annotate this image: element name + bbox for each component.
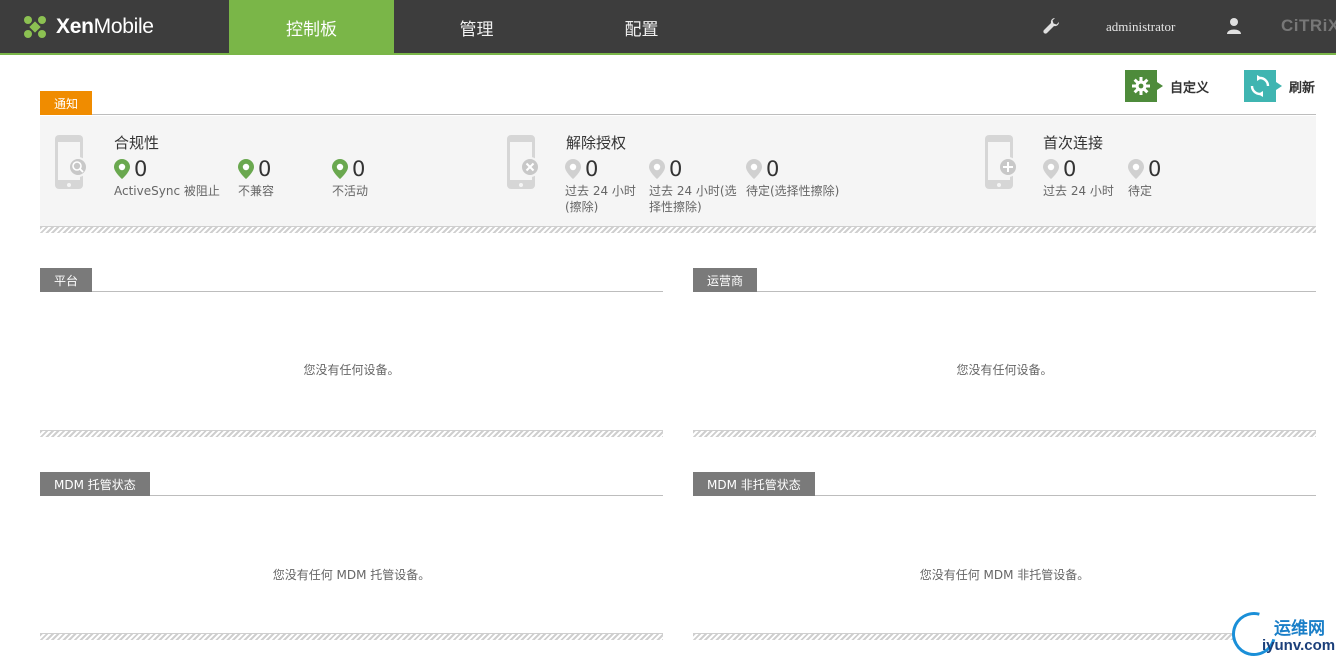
stat-first-connect-24h[interactable]: 0 过去 24 小时 xyxy=(1043,156,1123,199)
user-name[interactable]: administrator xyxy=(1106,19,1175,35)
citrix-logo: CiTRiX xyxy=(1281,16,1336,35)
stat-label: 待定(选择性擦除) xyxy=(746,184,840,198)
mdm-managed-header: MDM 托管状态 xyxy=(40,472,663,496)
stat-label: 不活动 xyxy=(332,184,369,198)
phone-add-icon xyxy=(985,135,1018,189)
stat-label: 过去 24 小时 (擦除) xyxy=(565,184,636,214)
compliance-title: 合规性 xyxy=(114,134,160,152)
gray-pin-icon xyxy=(746,159,762,179)
stat-label: 待定 xyxy=(1128,184,1153,198)
top-bar: XenMobile 控制板 管理 配置 administrator CiTRiX xyxy=(0,0,1336,54)
mdm-unmanaged-empty-message: 您没有任何 MDM 非托管设备。 xyxy=(919,568,1090,582)
stat-first-connect-pending[interactable]: 0 待定 xyxy=(1128,156,1188,199)
carrier-tab[interactable]: 运营商 xyxy=(693,268,758,292)
stat-inactive[interactable]: 0 不活动 xyxy=(332,156,412,199)
retire-group: 解除授权 0 过去 24 小时 (擦除) 0 过去 24 小时(选择性擦除) 0… xyxy=(492,116,962,226)
gray-pin-icon xyxy=(649,159,665,179)
first-connection-title: 首次连接 xyxy=(1043,134,1104,152)
user-icon[interactable] xyxy=(1226,17,1242,35)
tab-configure[interactable]: 配置 xyxy=(559,0,724,54)
platform-tab[interactable]: 平台 xyxy=(40,268,93,292)
platform-empty-message: 您没有任何设备。 xyxy=(303,363,400,377)
topbar-accent-line xyxy=(0,53,1336,55)
carrier-empty-message: 您没有任何设备。 xyxy=(956,363,1053,377)
stat-value: 0 xyxy=(669,156,683,181)
gray-pin-icon xyxy=(1043,159,1059,179)
tab-dashboard[interactable]: 控制板 xyxy=(229,0,394,54)
stat-selective-wiped-24h[interactable]: 0 过去 24 小时(选择性擦除) xyxy=(649,156,739,215)
notifications-divider xyxy=(40,226,1316,233)
xenmobile-logo-icon xyxy=(24,16,46,38)
platform-divider xyxy=(40,430,663,437)
notifications-tab[interactable]: 通知 xyxy=(40,91,93,115)
mdm-unmanaged-divider xyxy=(693,633,1233,640)
mdm-managed-divider xyxy=(40,633,663,640)
gray-pin-icon xyxy=(1128,159,1144,179)
stat-label: 过去 24 小时(选择性擦除) xyxy=(649,184,737,214)
stat-value: 0 xyxy=(585,156,599,181)
carrier-divider xyxy=(693,430,1316,437)
mdm-unmanaged-tab[interactable]: MDM 非托管状态 xyxy=(693,472,815,496)
mdm-managed-tab[interactable]: MDM 托管状态 xyxy=(40,472,150,496)
stat-value: 0 xyxy=(134,156,148,181)
mdm-managed-empty-message: 您没有任何 MDM 托管设备。 xyxy=(272,568,431,582)
stat-noncompliant[interactable]: 0 不兼容 xyxy=(238,156,318,199)
green-pin-icon xyxy=(114,159,130,179)
stat-activesync-blocked[interactable]: 0 ActiveSync 被阻止 xyxy=(114,156,234,199)
stat-label: 不兼容 xyxy=(238,184,275,198)
stat-value: 0 xyxy=(1148,156,1162,181)
stat-label: 过去 24 小时 xyxy=(1043,184,1114,198)
stat-value: 0 xyxy=(766,156,780,181)
brand-name: XenMobile xyxy=(56,15,154,38)
compliance-group: 合规性 0 ActiveSync 被阻止 0 不兼容 0 不活动 xyxy=(40,116,480,226)
notifications-panel: 合规性 0 ActiveSync 被阻止 0 不兼容 0 不活动 解除授权 0 … xyxy=(40,116,1316,226)
mdm-unmanaged-header: MDM 非托管状态 xyxy=(693,472,1316,496)
stat-value: 0 xyxy=(352,156,366,181)
brand-logo[interactable]: XenMobile xyxy=(24,13,154,41)
stat-value: 0 xyxy=(1063,156,1077,181)
tab-manage[interactable]: 管理 xyxy=(394,0,559,54)
stat-value: 0 xyxy=(258,156,272,181)
green-pin-icon xyxy=(238,159,254,179)
notifications-header: 通知 xyxy=(40,91,1316,115)
first-connection-group: 首次连接 0 过去 24 小时 0 待定 xyxy=(970,116,1310,226)
watermark-logo: 运维网 iyunv.com xyxy=(1223,603,1336,664)
phone-remove-icon xyxy=(507,135,540,189)
carrier-header: 运营商 xyxy=(693,268,1316,292)
green-pin-icon xyxy=(332,159,348,179)
stat-selective-wipe-pending[interactable]: 0 待定(选择性擦除) xyxy=(746,156,886,199)
stat-wiped-24h[interactable]: 0 过去 24 小时 (擦除) xyxy=(565,156,641,215)
stat-label: ActiveSync 被阻止 xyxy=(114,184,220,198)
platform-header: 平台 xyxy=(40,268,663,292)
wrench-icon[interactable] xyxy=(1042,17,1060,35)
phone-search-icon xyxy=(55,135,88,189)
gray-pin-icon xyxy=(565,159,581,179)
retire-title: 解除授权 xyxy=(566,134,627,152)
